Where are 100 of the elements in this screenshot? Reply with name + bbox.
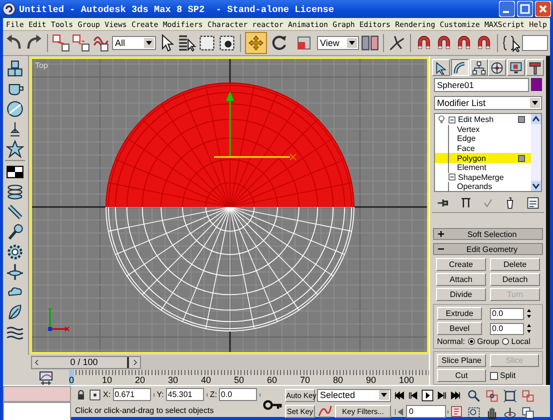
track-bar[interactable]: 0 10 20 30 40 50 60 70 80 90 100 <box>69 370 432 385</box>
axis-label: Z: <box>210 390 217 399</box>
panel-button[interactable]: Delete <box>490 258 540 271</box>
stack-item[interactable]: Edit Mesh <box>435 115 531 125</box>
wrench-icon[interactable] <box>6 223 24 241</box>
move-icon <box>248 35 264 51</box>
right-chevron-icon[interactable] <box>131 357 139 368</box>
panel-button[interactable]: Cut <box>437 369 486 382</box>
panel-button[interactable]: Extrude <box>437 307 482 320</box>
coordinate-field[interactable]: 45.301 <box>166 388 204 401</box>
magnifier-icon[interactable] <box>467 389 481 403</box>
frame-box-icon[interactable] <box>503 389 517 403</box>
down-arrow-icon[interactable] <box>531 181 541 191</box>
gear-icon[interactable] <box>6 243 24 261</box>
radio-button[interactable] <box>468 338 476 345</box>
magnet-icon[interactable] <box>415 34 433 52</box>
radio-option[interactable]: Group <box>468 337 500 346</box>
magnet-icon[interactable] <box>455 34 473 52</box>
coordinate-field[interactable]: 0.671 <box>112 388 151 401</box>
panel-button[interactable]: Divide <box>436 288 486 301</box>
panel-button[interactable]: Attach <box>436 273 486 286</box>
selection-filter-dropdown[interactable]: All <box>112 36 156 50</box>
star-figure-icon[interactable] <box>6 140 24 158</box>
reference-coordinate-dropdown[interactable]: View <box>317 36 359 50</box>
panel-button[interactable]: Bevel <box>437 322 482 335</box>
linked-squares-icon[interactable] <box>52 34 70 52</box>
skip-end-icon[interactable] <box>449 389 462 402</box>
overlapping-squares-icon[interactable] <box>521 406 535 420</box>
minimize-icon[interactable] <box>499 1 515 17</box>
curve-editor-icon[interactable] <box>37 370 55 386</box>
cubes-icon[interactable] <box>6 60 24 78</box>
unlinked-squares-icon[interactable] <box>72 34 90 52</box>
list-cursor-icon[interactable] <box>178 34 196 52</box>
dashed-rectangle-icon[interactable] <box>198 34 216 52</box>
panel-button[interactable]: Slice Plane <box>437 354 486 367</box>
timeline-strip[interactable]: 0 / 100 <box>31 355 428 370</box>
rollout-header[interactable]: Edit Geometry <box>433 243 543 255</box>
step-forward-icon[interactable] <box>435 389 448 402</box>
checker-icon[interactable] <box>6 163 24 181</box>
frame-number: 90 <box>366 374 378 385</box>
spinner-arrows-icon[interactable] <box>526 323 532 334</box>
magnet-icon[interactable] <box>475 34 493 52</box>
named-selection-field[interactable] <box>522 35 548 51</box>
step-back-icon[interactable] <box>407 389 420 402</box>
up-arrow-icon[interactable] <box>531 114 541 124</box>
radio-option[interactable]: Local <box>502 337 530 346</box>
script-listener-field[interactable] <box>3 386 71 402</box>
coordinate-field[interactable]: 0.0 <box>218 388 257 401</box>
left-chevron-icon[interactable] <box>33 357 41 368</box>
light-bulb-icon[interactable] <box>437 115 446 124</box>
orbit-icon[interactable] <box>503 406 517 420</box>
spinner-field[interactable]: 0.0 <box>490 308 524 320</box>
dot-square-icon[interactable] <box>89 388 101 400</box>
plus-shape-icon[interactable] <box>6 263 24 281</box>
frame-field[interactable]: 0 <box>406 405 446 418</box>
skip-start-icon[interactable] <box>393 389 406 402</box>
squiggle-link-icon[interactable] <box>92 34 110 52</box>
maximize-icon[interactable] <box>517 1 533 17</box>
spinner-field[interactable]: 0.0 <box>490 322 524 334</box>
bar-arrows-icon[interactable] <box>393 406 405 418</box>
padlock-icon[interactable] <box>75 388 87 400</box>
configure-icon[interactable] <box>526 196 540 210</box>
move-button[interactable] <box>245 32 267 54</box>
zoom-all-icon[interactable] <box>485 389 499 403</box>
key-mode-dropdown[interactable]: Selected <box>317 388 391 402</box>
time-config-icon[interactable] <box>450 405 463 418</box>
column-icon[interactable] <box>458 196 473 210</box>
script-output-field[interactable] <box>3 402 71 420</box>
object-name-field[interactable]: Sphere01 <box>434 78 529 92</box>
frame-number: 0 <box>69 370 74 385</box>
frame-indicator[interactable]: 0 / 100 <box>31 356 141 369</box>
coil-icon[interactable] <box>6 183 24 201</box>
panel-button[interactable]: Create <box>436 258 486 271</box>
panel-button[interactable]: Detach <box>490 273 540 286</box>
braces-cursor-icon[interactable] <box>502 34 520 52</box>
prompt-line: Click or click-and-drag to select objects <box>75 405 215 415</box>
command-panel-tab[interactable] <box>450 59 469 76</box>
minus-box-icon[interactable] <box>448 116 456 124</box>
object-color-swatch[interactable] <box>531 78 542 91</box>
play-icon[interactable] <box>421 389 434 402</box>
scroll-bar[interactable] <box>531 114 541 191</box>
modifier-list-dropdown[interactable]: Modifier List <box>434 96 542 110</box>
stack-item[interactable]: ShapeMerge <box>435 172 531 182</box>
pivot-icon[interactable] <box>361 34 379 52</box>
close-icon[interactable] <box>535 1 551 17</box>
ball-icon[interactable] <box>6 100 24 118</box>
panel-scroll-bar[interactable] <box>546 56 550 385</box>
hand-icon[interactable] <box>485 406 499 420</box>
rollout-header[interactable]: Soft Selection <box>433 228 543 240</box>
checkbox-option[interactable]: Split <box>490 371 539 380</box>
magnet-icon[interactable] <box>435 34 453 52</box>
tangent-curve-icon[interactable] <box>317 403 333 419</box>
minus-box-icon[interactable] <box>448 173 456 182</box>
dashed-magnifier-icon[interactable] <box>467 406 481 420</box>
checkbox[interactable] <box>490 372 498 380</box>
spinner-arrows-icon[interactable] <box>526 308 532 319</box>
stack-item[interactable]: Polygon <box>435 153 531 163</box>
tube-icon[interactable] <box>6 203 24 221</box>
frame-number: 30 <box>168 374 180 385</box>
radio-button[interactable] <box>502 338 510 345</box>
